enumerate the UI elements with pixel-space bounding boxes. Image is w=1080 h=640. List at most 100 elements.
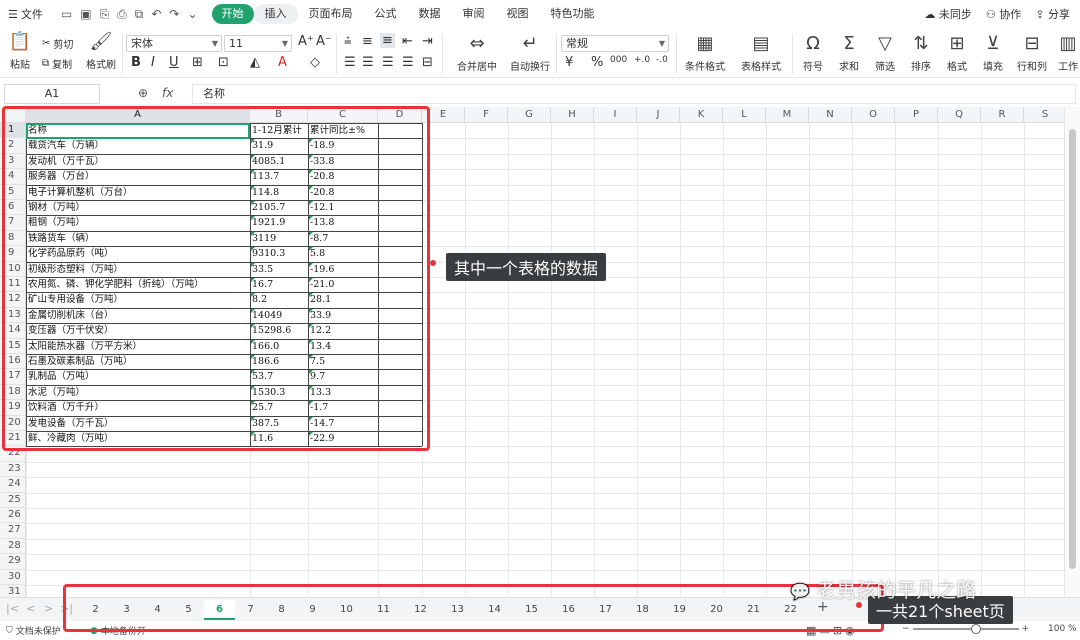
- copy-button[interactable]: ⧉ 复制: [42, 56, 72, 71]
- collab-button[interactable]: ⚇ 协作: [986, 6, 1021, 22]
- first-sheet-icon[interactable]: |<: [6, 602, 19, 615]
- zoom-icon[interactable]: ⊕: [138, 86, 148, 100]
- formula-input[interactable]: 名称: [192, 84, 1076, 104]
- column-header[interactable]: L: [723, 107, 766, 123]
- align-left-icon[interactable]: ☰: [344, 55, 356, 70]
- align-middle-icon[interactable]: ≡: [362, 34, 373, 49]
- fx-icon[interactable]: fx: [162, 86, 173, 100]
- italic-icon[interactable]: I: [151, 55, 155, 70]
- wrap-text-button[interactable]: ↵ 自动换行: [508, 34, 552, 74]
- border-icon[interactable]: ⊞: [192, 55, 203, 70]
- doc-protect-status[interactable]: ⛉ 文档未保护: [6, 624, 61, 638]
- underline-icon[interactable]: U: [169, 55, 179, 70]
- column-header[interactable]: F: [465, 107, 508, 123]
- undo-icon[interactable]: ↶: [151, 7, 161, 22]
- align-right-icon[interactable]: ☰: [382, 55, 394, 70]
- font-grow-icon[interactable]: A⁺: [298, 34, 314, 49]
- tab-3[interactable]: 公式: [364, 4, 408, 24]
- paste-button[interactable]: 📋 粘贴: [6, 32, 34, 72]
- table-style-button[interactable]: ▤ 表格样式: [738, 34, 784, 74]
- merge-center-button[interactable]: ⇔ 合并居中: [452, 34, 502, 74]
- justify-icon[interactable]: ☰: [402, 55, 414, 70]
- save-icon[interactable]: ▣: [80, 7, 91, 22]
- row-header[interactable]: 31: [0, 585, 26, 597]
- zoom-level[interactable]: 100 %: [1048, 624, 1077, 634]
- vertical-scrollbar[interactable]: [1064, 107, 1080, 597]
- column-header[interactable]: Q: [938, 107, 981, 123]
- column-header[interactable]: J: [637, 107, 680, 123]
- zoom-slider[interactable]: − +: [902, 624, 1029, 634]
- column-header[interactable]: I: [594, 107, 637, 123]
- row-header[interactable]: 29: [0, 554, 26, 570]
- format-painter-button[interactable]: 🖌 格式刷: [84, 32, 118, 72]
- cell-style-icon[interactable]: ⊡: [218, 55, 229, 70]
- file-menu[interactable]: ☰ 文件: [8, 6, 43, 22]
- column-header[interactable]: S: [1024, 107, 1064, 123]
- row-header[interactable]: 28: [0, 538, 26, 555]
- redo-icon[interactable]: ↷: [169, 7, 179, 22]
- number-format-select[interactable]: 常规 ▼: [561, 35, 669, 52]
- row-header[interactable]: 27: [0, 523, 26, 539]
- cut-button[interactable]: ✂ 剪切: [42, 36, 73, 51]
- align-center-icon[interactable]: ☰: [362, 55, 374, 70]
- conditional-format-button[interactable]: ▦ 条件格式: [682, 34, 728, 74]
- print-icon[interactable]: ⎙: [117, 7, 127, 22]
- bold-icon[interactable]: B: [131, 55, 141, 70]
- worksheet-button[interactable]: ▥ 工作: [1056, 34, 1080, 73]
- clear-icon[interactable]: ◇: [310, 55, 320, 70]
- rows-cols-button[interactable]: ⊟ 行和列: [1014, 34, 1050, 74]
- font-color-icon[interactable]: A: [278, 55, 287, 70]
- sort-button[interactable]: ⇅ 排序: [906, 34, 936, 74]
- quick-more-icon[interactable]: ⌄: [187, 7, 197, 22]
- align-top-icon[interactable]: ⩮: [344, 34, 352, 49]
- column-header[interactable]: P: [895, 107, 938, 123]
- thousands-icon[interactable]: 000: [610, 55, 627, 65]
- next-sheet-icon[interactable]: >: [44, 602, 53, 615]
- row-header[interactable]: 30: [0, 569, 26, 585]
- prev-sheet-icon[interactable]: <: [26, 602, 35, 615]
- zoom-in-icon[interactable]: +: [1022, 624, 1030, 634]
- align-bottom-icon[interactable]: ≡: [380, 33, 395, 48]
- export-icon[interactable]: ⎘: [100, 7, 110, 22]
- fill-button[interactable]: ⊻ 填充: [978, 34, 1008, 74]
- column-header[interactable]: G: [508, 107, 551, 123]
- share-button[interactable]: ⇪ 分享: [1035, 6, 1070, 22]
- fill-color-icon[interactable]: ◭: [250, 55, 260, 70]
- zoom-thumb[interactable]: [970, 624, 981, 634]
- name-box[interactable]: A1: [4, 84, 100, 104]
- sync-status[interactable]: ☁ 未同步: [924, 6, 972, 22]
- tab-0[interactable]: 开始: [211, 4, 254, 24]
- font-shrink-icon[interactable]: A⁻: [316, 34, 332, 49]
- font-size-select[interactable]: 11 ▼: [224, 35, 292, 52]
- row-header[interactable]: 24: [0, 477, 26, 493]
- row-header[interactable]: 25: [0, 492, 26, 508]
- tab-7[interactable]: 特色功能: [540, 4, 606, 24]
- tab-1[interactable]: 插入: [253, 4, 298, 24]
- tab-5[interactable]: 审阅: [452, 4, 496, 24]
- column-header[interactable]: H: [551, 107, 594, 123]
- column-header[interactable]: M: [766, 107, 809, 123]
- sum-button[interactable]: Σ 求和: [834, 34, 864, 74]
- format-button[interactable]: ⊞ 格式: [942, 34, 972, 74]
- column-header[interactable]: N: [809, 107, 852, 123]
- indent-increase-icon[interactable]: ⇥: [422, 34, 433, 49]
- open-folder-icon[interactable]: ▭: [61, 7, 72, 22]
- tab-2[interactable]: 页面布局: [298, 4, 364, 24]
- column-header[interactable]: R: [981, 107, 1024, 123]
- tab-6[interactable]: 视图: [496, 4, 540, 24]
- print-preview-icon[interactable]: ⧉: [135, 7, 144, 22]
- increase-decimal-icon[interactable]: +.0: [634, 55, 650, 65]
- scroll-thumb[interactable]: [1069, 129, 1076, 569]
- indent-decrease-icon[interactable]: ⇤: [402, 34, 413, 49]
- row-header[interactable]: 23: [0, 461, 26, 478]
- zoom-track[interactable]: [912, 624, 1019, 634]
- distribute-icon[interactable]: ⊟: [422, 55, 433, 70]
- filter-button[interactable]: ▽ 筛选: [870, 34, 900, 74]
- symbol-button[interactable]: Ω 符号: [798, 34, 828, 74]
- currency-icon[interactable]: ¥: [565, 55, 573, 70]
- column-header[interactable]: O: [852, 107, 895, 123]
- zoom-out-icon[interactable]: −: [902, 624, 910, 634]
- decrease-decimal-icon[interactable]: -.0: [656, 55, 668, 65]
- tab-4[interactable]: 数据: [408, 4, 452, 24]
- row-header[interactable]: 26: [0, 508, 26, 524]
